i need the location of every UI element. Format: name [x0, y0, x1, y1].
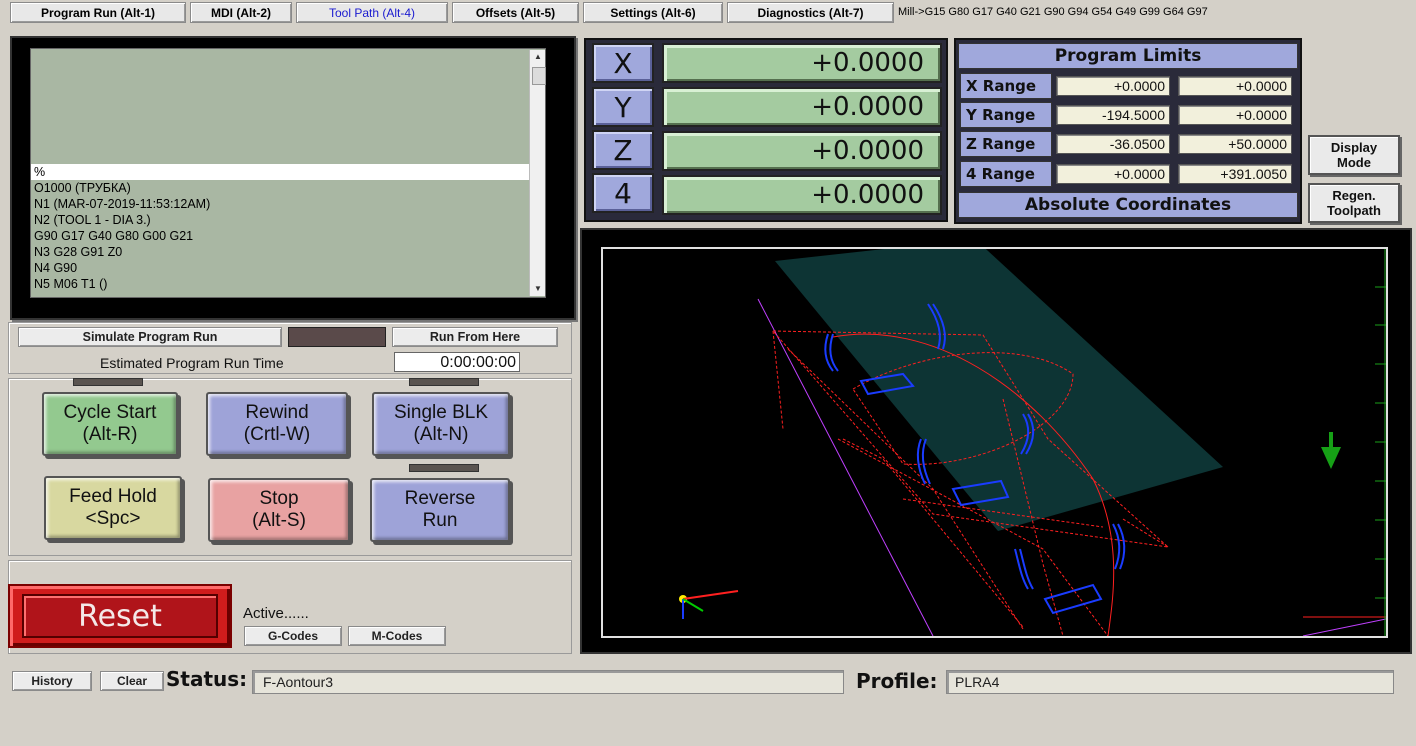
gcode-line: N1 (MAR-07-2019-11:53:12AM) [34, 197, 211, 211]
toolpath-guide-line [1302, 618, 1386, 636]
rewind-hotkey: (Crtl-W) [243, 424, 311, 445]
gcode-line: N3 G28 G91 Z0 [34, 245, 123, 259]
gcode-line: N4 G90 [34, 261, 78, 275]
display-mode-label-line2: Mode [1337, 155, 1371, 170]
gcode-line: % [34, 165, 46, 179]
estimated-run-time-value: 0:00:00:00 [394, 352, 520, 372]
feed-hold-button[interactable]: Feed Hold <Spc> [44, 476, 182, 540]
scroll-down-arrow-icon[interactable]: ▼ [530, 282, 546, 296]
tab-program-run[interactable]: Program Run (Alt-1) [10, 2, 186, 23]
axis-triad-icon [679, 590, 739, 619]
active-codes-label: Active...... [243, 605, 309, 622]
axis-x-button[interactable]: X [592, 43, 654, 83]
regen-toolpath-label: Regen. [1332, 188, 1376, 203]
ruler-ticks [1375, 286, 1386, 599]
y-range-label: Y Range [960, 102, 1052, 128]
4-range-min: +0.0000 [1056, 164, 1170, 184]
dro-y-value[interactable]: +0.0000 [662, 87, 942, 127]
reverse-run-button[interactable]: Reverse Run [370, 478, 510, 542]
profile-label: Profile: [856, 669, 938, 693]
m-codes-button[interactable]: M-Codes [348, 626, 446, 646]
z-range-min: -36.0500 [1056, 134, 1170, 154]
tab-diagnostics[interactable]: Diagnostics (Alt-7) [727, 2, 894, 23]
y-range-max: +0.0000 [1178, 105, 1292, 125]
single-blk-label: Single BLK [393, 402, 488, 423]
tab-offsets[interactable]: Offsets (Alt-5) [452, 2, 579, 23]
regen-toolpath-button[interactable]: Regen. Toolpath [1308, 183, 1400, 223]
display-mode-label: Display [1330, 140, 1378, 155]
y-range-min: -194.5000 [1056, 105, 1170, 125]
simulate-indicator [288, 327, 386, 347]
gcode-line: N2 (TOOL 1 - DIA 3.) [34, 213, 151, 227]
stock-plane [775, 249, 1223, 531]
feed-hold-label: Feed Hold [69, 486, 157, 507]
rewind-button[interactable]: Rewind (Crtl-W) [206, 392, 348, 456]
4-range-max: +391.0050 [1178, 164, 1292, 184]
feed-hold-hotkey: <Spc> [85, 508, 141, 529]
cycle-start-hotkey: (Alt-R) [82, 424, 138, 445]
axis-4-button[interactable]: 4 [592, 173, 654, 213]
z-range-max: +50.0000 [1178, 134, 1292, 154]
tab-settings[interactable]: Settings (Alt-6) [583, 2, 723, 23]
axis-z-button[interactable]: Z [592, 130, 654, 170]
stop-label: Stop [259, 488, 299, 509]
scroll-up-arrow-icon[interactable]: ▲ [530, 50, 546, 64]
reverse-run-label: Reverse [404, 488, 476, 509]
single-blk-led [409, 378, 479, 386]
gcode-scrollbar[interactable]: ▲ ▼ [529, 50, 546, 296]
dro-z-value[interactable]: +0.0000 [662, 131, 942, 171]
single-blk-hotkey: (Alt-N) [413, 424, 469, 445]
single-blk-button[interactable]: Single BLK (Alt-N) [372, 392, 510, 456]
history-button[interactable]: History [12, 671, 92, 691]
dro-x-value[interactable]: +0.0000 [662, 43, 942, 83]
toolpath-canvas [679, 249, 1386, 636]
regen-toolpath-label-line2: Toolpath [1327, 203, 1381, 218]
stop-button[interactable]: Stop (Alt-S) [208, 478, 350, 542]
reverse-run-label-line2: Run [422, 510, 458, 531]
cycle-start-led [73, 378, 143, 386]
clear-button[interactable]: Clear [100, 671, 164, 691]
gcode-line: G90 G17 G40 G80 G00 G21 [34, 229, 194, 243]
run-from-here-button[interactable]: Run From Here [392, 327, 558, 347]
display-mode-button[interactable]: Display Mode [1308, 135, 1400, 175]
stop-hotkey: (Alt-S) [252, 510, 306, 531]
rewind-label: Rewind [245, 402, 309, 423]
gcode-current-line-highlight [31, 164, 529, 180]
tab-tool-path[interactable]: Tool Path (Alt-4) [296, 2, 448, 23]
simulate-program-run-button[interactable]: Simulate Program Run [18, 327, 282, 347]
status-label: Status: [166, 667, 248, 691]
x-range-label: X Range [960, 73, 1052, 99]
toolpath-display[interactable] [601, 247, 1388, 638]
axis-y-button[interactable]: Y [592, 87, 654, 127]
modal-status-line: Mill->G15 G80 G17 G40 G21 G90 G94 G54 G4… [898, 6, 1208, 18]
scrollbar-thumb[interactable] [532, 67, 546, 85]
status-field: F-Aontour3 [252, 670, 844, 694]
x-range-max: +0.0000 [1178, 76, 1292, 96]
z-range-label: Z Range [960, 131, 1052, 157]
gcode-line: O1000 (ТРУБКА) [34, 181, 131, 195]
program-limits-title: Program Limits [958, 43, 1298, 69]
reverse-run-led [409, 464, 479, 472]
tab-mdi[interactable]: MDI (Alt-2) [190, 2, 292, 23]
dro-4-value[interactable]: +0.0000 [662, 175, 942, 215]
x-range-min: +0.0000 [1056, 76, 1170, 96]
g-codes-button[interactable]: G-Codes [244, 626, 342, 646]
cycle-start-label: Cycle Start [63, 402, 157, 423]
absolute-coordinates-label[interactable]: Absolute Coordinates [958, 192, 1298, 218]
estimated-run-time-label: Estimated Program Run Time [100, 355, 284, 371]
gcode-listing[interactable]: % O1000 (ТРУБКА) N1 (MAR-07-2019-11:53:1… [30, 48, 546, 298]
tool-position-arrow-icon [1321, 432, 1341, 469]
4-range-label: 4 Range [960, 161, 1052, 187]
cycle-start-button[interactable]: Cycle Start (Alt-R) [42, 392, 178, 456]
reset-button[interactable]: Reset [22, 594, 218, 638]
profile-field: PLRA4 [946, 670, 1394, 694]
gcode-line: N5 M06 T1 () [34, 277, 108, 291]
